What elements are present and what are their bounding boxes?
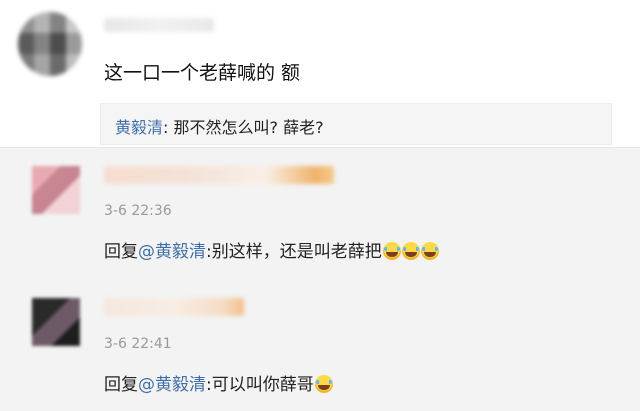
laugh-cry-icon [314, 375, 333, 393]
main-comment: 这一口一个老薛喊的 额 黄毅清: 那不然怎么叫? 薛老? [0, 0, 640, 145]
laugh-cry-icon [420, 242, 439, 260]
quote-body: 那不然怎么叫? 薛老? [173, 118, 324, 137]
laugh-cry-icon [401, 242, 420, 260]
laugh-cry-icon [382, 242, 401, 260]
timestamp: 3-6 22:36 [104, 203, 172, 219]
avatar[interactable] [18, 12, 82, 76]
replies-list: 3-6 22:36 回复@黄毅清:别这样，还是叫老薛把 3-6 22:41 回复… [0, 147, 640, 411]
reply-text: 回复@黄毅清:别这样，还是叫老薛把 [104, 237, 439, 262]
reply-text: 回复@黄毅清:可以叫你薛哥 [104, 370, 333, 395]
reply-prefix: 回复 [104, 375, 138, 395]
avatar[interactable] [32, 166, 80, 214]
quote-text-line: 黄毅清: 那不然怎么叫? 薛老? [115, 114, 324, 138]
timestamp: 3-6 22:41 [104, 336, 172, 352]
reply-prefix: 回复 [104, 242, 138, 262]
mention-link[interactable]: @黄毅清 [138, 375, 206, 395]
quote-separator: : [163, 118, 174, 137]
avatar[interactable] [32, 298, 80, 346]
quoted-comment[interactable]: 黄毅清: 那不然怎么叫? 薛老? [100, 103, 612, 145]
username-blurred[interactable] [104, 298, 244, 316]
username-blurred[interactable] [104, 166, 334, 184]
quote-author-link[interactable]: 黄毅清 [115, 118, 163, 137]
reply-body: :别这样，还是叫老薛把 [206, 242, 382, 262]
comment-text: 这一口一个老薛喊的 额 [104, 62, 301, 84]
mention-link[interactable]: @黄毅清 [138, 242, 206, 262]
username-blurred[interactable] [104, 18, 214, 32]
reply-body: :可以叫你薛哥 [206, 375, 314, 395]
